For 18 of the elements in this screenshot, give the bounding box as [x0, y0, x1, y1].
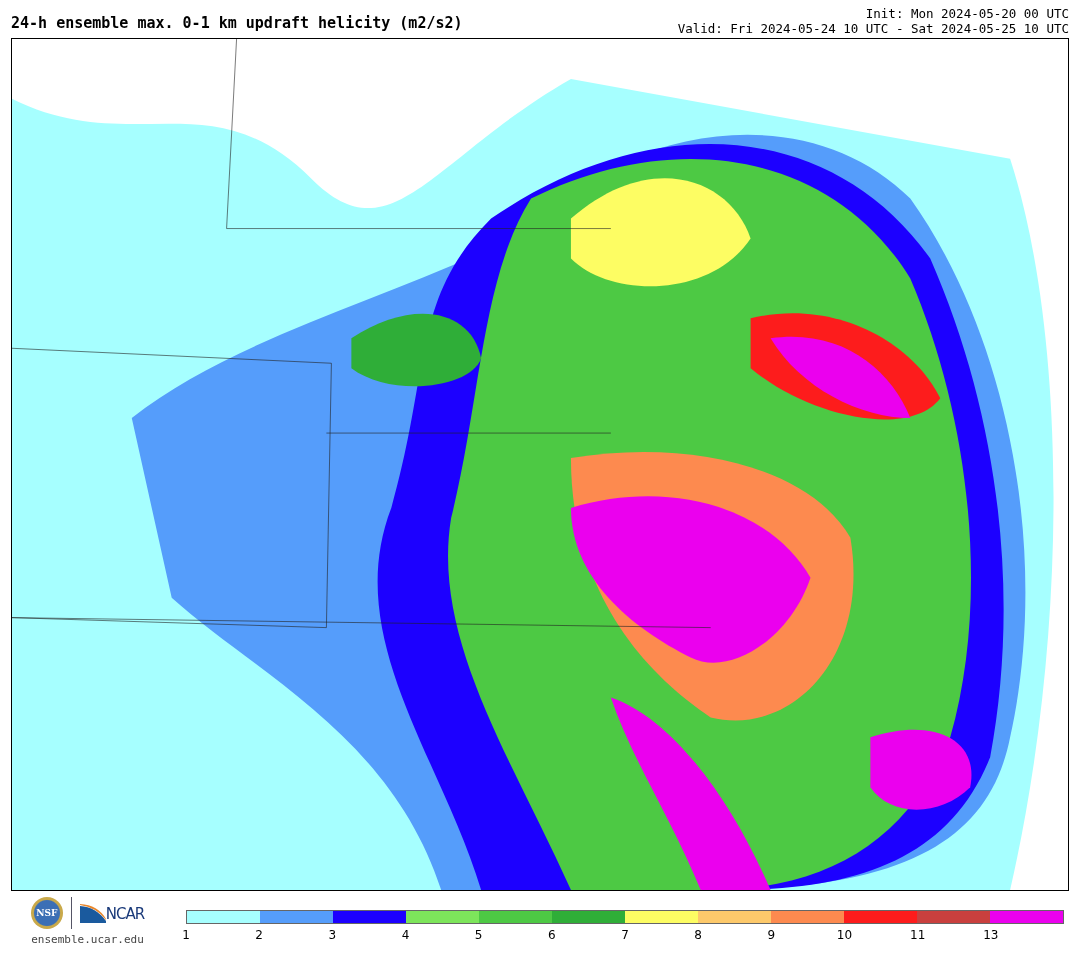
scale-label: 11 [910, 928, 926, 942]
scale-label: 1 [182, 928, 190, 942]
valid-time: Valid: Fri 2024-05-24 10 UTC - Sat 2024-05-25 10 UTC [677, 21, 1069, 36]
scale-label: 2 [255, 928, 263, 942]
scale-label: 8 [694, 928, 702, 942]
scale-label: 9 [767, 928, 776, 942]
init-time: Init: Mon 2024-05-20 00 UTC [864, 6, 1069, 21]
scale-label: 6 [548, 928, 556, 942]
seal-logo: NSF [30, 897, 63, 929]
scale-label: 4 [401, 928, 410, 942]
site-url: ensemble.ucar.edu [31, 933, 144, 946]
scale-label: 13 [983, 928, 999, 942]
scale-label: 7 [621, 928, 629, 942]
plot-title: 24-h ensemble max. 0-1 km updraft helicity (m2/s2) [11, 14, 463, 34]
brand-logo: NCAR [79, 903, 145, 923]
scale-label: 10 [836, 928, 853, 942]
scale-label: 3 [328, 928, 337, 942]
scale-label: 5 [474, 928, 483, 942]
